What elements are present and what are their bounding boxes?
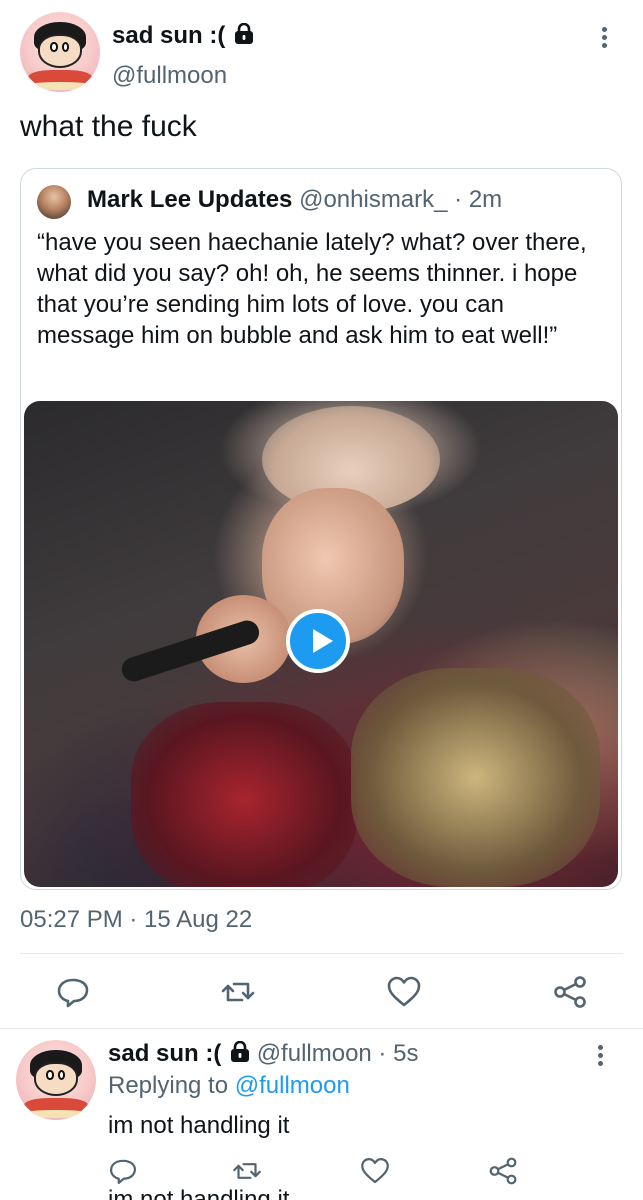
play-icon[interactable] <box>286 609 350 673</box>
quoted-author-name: Mark Lee Updates <box>87 186 293 213</box>
replying-to-prefix: Replying to <box>108 1072 229 1099</box>
replying-to-line: Replying to @fullmoon <box>108 1072 350 1100</box>
tweet-text: what the fuck <box>20 110 197 143</box>
reply-icon[interactable] <box>53 972 93 1012</box>
author-name-row[interactable]: sad sun :( <box>112 22 254 50</box>
quoted-tweet-card[interactable]: Mark Lee Updates @onhismark_ · 2m “have … <box>20 168 622 890</box>
reply-tweet-text: im not handling it <box>108 1112 290 1139</box>
like-icon[interactable] <box>358 1154 392 1188</box>
lock-icon <box>235 23 254 44</box>
quoted-tweet-text: “have you seen haechanie lately? what? o… <box>37 229 587 349</box>
share-icon[interactable] <box>486 1154 520 1188</box>
divider <box>20 953 623 954</box>
author-handle[interactable]: @fullmoon <box>112 62 227 90</box>
reply-more-options-icon[interactable] <box>594 1042 606 1072</box>
quoted-author-meta: @onhismark_ · 2m <box>299 186 503 213</box>
replying-to-handle-link[interactable]: @fullmoon <box>235 1072 350 1099</box>
lock-icon <box>231 1041 250 1062</box>
share-icon[interactable] <box>550 972 590 1012</box>
retweet-icon[interactable] <box>230 1154 264 1188</box>
reply-author-handle-time[interactable]: @fullmoon · 5s <box>257 1040 419 1067</box>
quoted-video-thumbnail[interactable] <box>24 401 618 887</box>
more-options-icon[interactable] <box>598 24 610 54</box>
retweet-icon[interactable] <box>218 972 258 1012</box>
reply-author-line[interactable]: sad sun :( @fullmoon · 5s <box>108 1040 418 1068</box>
author-display-name[interactable]: sad sun :( <box>112 22 225 49</box>
tweet-timestamp[interactable]: 05:27 PM · 15 Aug 22 <box>20 906 252 934</box>
quoted-author-line: Mark Lee Updates @onhismark_ · 2m <box>87 186 502 214</box>
reply-author-name[interactable]: sad sun :( <box>108 1040 221 1067</box>
reply-author-avatar[interactable] <box>16 1040 96 1120</box>
quoted-author-avatar <box>37 185 71 219</box>
reply-icon[interactable] <box>106 1154 140 1188</box>
author-avatar[interactable] <box>20 12 100 92</box>
like-icon[interactable] <box>384 972 424 1012</box>
next-tweet-text-peek: im not handling it <box>108 1186 290 1200</box>
divider <box>0 1028 643 1029</box>
